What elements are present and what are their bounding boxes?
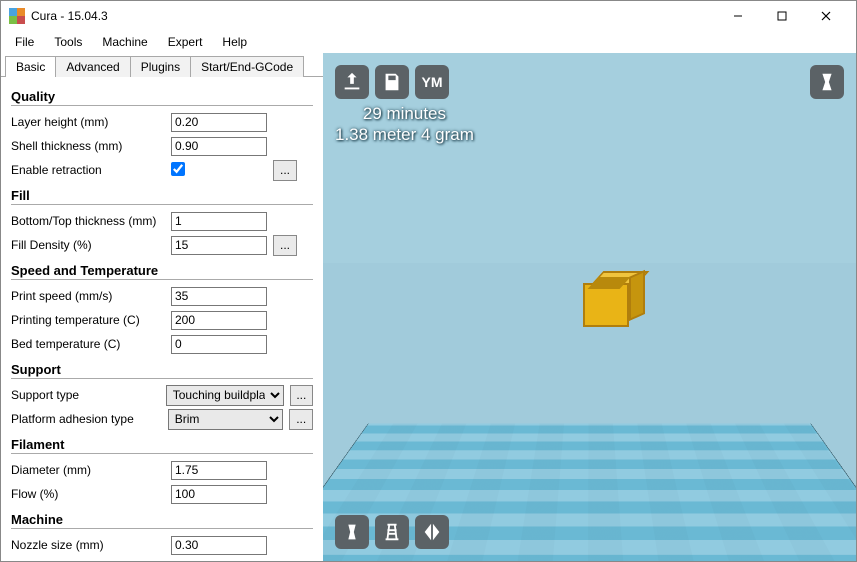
tab-basic[interactable]: Basic xyxy=(5,56,56,77)
section-filament: Filament Diameter (mm) Flow (%) xyxy=(11,437,313,506)
fill-density-label: Fill Density (%) xyxy=(11,238,171,252)
section-title: Fill xyxy=(11,188,313,205)
bottom-top-thickness-label: Bottom/Top thickness (mm) xyxy=(11,214,171,228)
section-machine: Machine Nozzle size (mm) xyxy=(11,512,313,557)
print-speed-label: Print speed (mm/s) xyxy=(11,289,171,303)
model-cube[interactable] xyxy=(583,273,629,319)
fill-settings-button[interactable] xyxy=(273,235,297,256)
section-title: Machine xyxy=(11,512,313,529)
section-title: Speed and Temperature xyxy=(11,263,313,280)
tab-gcode[interactable]: Start/End-GCode xyxy=(191,56,304,77)
title-bar: Cura - 15.04.3 xyxy=(1,1,856,31)
estimate-time: 29 minutes xyxy=(335,103,474,124)
app-icon xyxy=(9,8,25,24)
flow-input[interactable] xyxy=(171,485,267,504)
fill-density-input[interactable] xyxy=(171,236,267,255)
estimate-material: 1.38 meter 4 gram xyxy=(335,124,474,145)
menu-expert[interactable]: Expert xyxy=(160,33,211,51)
tab-plugins[interactable]: Plugins xyxy=(131,56,191,77)
section-support: Support Support type Touching buildplate… xyxy=(11,362,313,431)
window-title: Cura - 15.04.3 xyxy=(31,9,108,23)
settings-panel: Basic Advanced Plugins Start/End-GCode Q… xyxy=(1,53,323,561)
flow-label: Flow (%) xyxy=(11,487,171,501)
menu-machine[interactable]: Machine xyxy=(94,33,155,51)
section-title: Filament xyxy=(11,437,313,454)
section-title: Support xyxy=(11,362,313,379)
menu-file[interactable]: File xyxy=(7,33,42,51)
save-toolpath-icon[interactable] xyxy=(375,65,409,99)
scale-icon[interactable] xyxy=(375,515,409,549)
tab-advanced[interactable]: Advanced xyxy=(56,56,130,77)
enable-retraction-checkbox[interactable] xyxy=(171,162,185,176)
section-fill: Fill Bottom/Top thickness (mm) Fill Dens… xyxy=(11,188,313,257)
diameter-label: Diameter (mm) xyxy=(11,463,171,477)
menu-bar: File Tools Machine Expert Help xyxy=(1,31,856,53)
load-model-icon[interactable] xyxy=(335,65,369,99)
view-mode-icon[interactable] xyxy=(810,65,844,99)
menu-help[interactable]: Help xyxy=(214,33,255,51)
ym-icon[interactable]: YM xyxy=(415,65,449,99)
shell-thickness-label: Shell thickness (mm) xyxy=(11,139,171,153)
mirror-icon[interactable] xyxy=(415,515,449,549)
support-type-label: Support type xyxy=(11,388,166,402)
maximize-button[interactable] xyxy=(760,1,804,31)
bed-temperature-input[interactable] xyxy=(171,335,267,354)
bottom-top-thickness-input[interactable] xyxy=(171,212,267,231)
tab-strip: Basic Advanced Plugins Start/End-GCode xyxy=(1,53,323,77)
minimize-button[interactable] xyxy=(716,1,760,31)
nozzle-size-input[interactable] xyxy=(171,536,267,555)
print-speed-input[interactable] xyxy=(171,287,267,306)
viewport-3d[interactable]: YM 29 minutes 1.38 meter 4 gram xyxy=(323,53,856,561)
support-settings-button[interactable] xyxy=(290,385,313,406)
layer-height-label: Layer height (mm) xyxy=(11,115,171,129)
enable-retraction-label: Enable retraction xyxy=(11,163,171,177)
close-button[interactable] xyxy=(804,1,848,31)
print-estimate: 29 minutes 1.38 meter 4 gram xyxy=(335,103,474,146)
rotate-icon[interactable] xyxy=(335,515,369,549)
bed-temperature-label: Bed temperature (C) xyxy=(11,337,171,351)
platform-adhesion-label: Platform adhesion type xyxy=(11,412,168,426)
section-quality: Quality Layer height (mm) Shell thicknes… xyxy=(11,89,313,182)
layer-height-input[interactable] xyxy=(171,113,267,132)
printing-temperature-input[interactable] xyxy=(171,311,267,330)
nozzle-size-label: Nozzle size (mm) xyxy=(11,538,171,552)
diameter-input[interactable] xyxy=(171,461,267,480)
section-title: Quality xyxy=(11,89,313,106)
retraction-settings-button[interactable] xyxy=(273,160,297,181)
menu-tools[interactable]: Tools xyxy=(46,33,90,51)
section-speed-temperature: Speed and Temperature Print speed (mm/s)… xyxy=(11,263,313,356)
adhesion-settings-button[interactable] xyxy=(289,409,313,430)
platform-adhesion-select[interactable]: Brim xyxy=(168,409,284,430)
shell-thickness-input[interactable] xyxy=(171,137,267,156)
support-type-select[interactable]: Touching buildplate xyxy=(166,385,284,406)
printing-temperature-label: Printing temperature (C) xyxy=(11,313,171,327)
